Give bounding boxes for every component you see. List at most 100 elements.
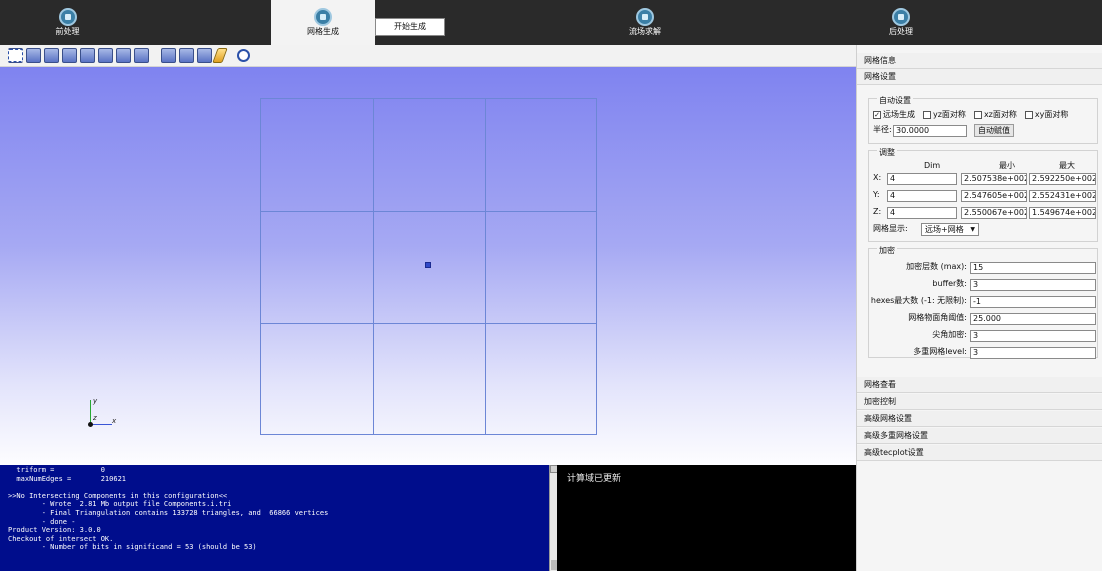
console-line: - Wrote 2.81 Mb output file Components.i…: [8, 500, 232, 509]
y-max-input[interactable]: 2.552431e+002: [1029, 190, 1096, 202]
row-y-label: Y:: [873, 190, 880, 199]
y-dim-input[interactable]: 4: [887, 190, 957, 202]
console-line: Checkout of intersect OK.: [8, 534, 114, 543]
pencil-icon[interactable]: [212, 48, 228, 63]
flow-solve-icon: [636, 8, 654, 26]
z-axis-label: z: [93, 414, 97, 422]
target-icon[interactable]: [237, 49, 250, 62]
view-iso3-icon[interactable]: [134, 48, 149, 63]
xy-symmetry-checkbox[interactable]: [1024, 110, 1033, 119]
select-all-icon[interactable]: [8, 49, 23, 62]
x-max-input[interactable]: 2.592250e+002: [1029, 173, 1096, 185]
auto-settings-title: 自动设置: [877, 95, 913, 106]
postprocess-icon: [892, 8, 910, 26]
refine-group: 加密 加密层数 (max): 15 buffer数: 3 hexes最大数 (-…: [868, 245, 1098, 359]
buffer-input[interactable]: 3: [970, 279, 1096, 291]
refine-levels-input[interactable]: 15: [970, 262, 1096, 274]
z-dim-input[interactable]: 4: [887, 207, 957, 219]
section-mesh-view[interactable]: 网格查看: [857, 377, 1102, 393]
axis-origin: [88, 422, 93, 427]
mesh-display-label: 网格显示:: [873, 224, 908, 233]
yz-symmetry-checkbox[interactable]: [923, 110, 931, 119]
max-hexes-input[interactable]: -1: [970, 296, 1096, 308]
section-advanced-multigrid[interactable]: 高级多重网格设置: [857, 428, 1102, 444]
yz-symmetry-label: yz面对称: [933, 110, 966, 119]
tab-postprocess-label: 后处理: [889, 27, 913, 36]
top-module-bar: 前处理 网格生成 开始生成 流场求解 后处理: [0, 0, 1102, 45]
radius-label: 半径:: [873, 125, 892, 134]
tab-preprocess-label: 前处理: [55, 27, 80, 36]
y-axis-label: y: [93, 397, 98, 405]
tab-mesh-generation[interactable]: 网格生成: [271, 0, 375, 45]
section-refine-control[interactable]: 加密控制: [857, 394, 1102, 410]
farfield-checkbox[interactable]: ✓: [873, 110, 881, 119]
col-min-header: 最小: [999, 161, 1015, 170]
col-dim-header: Dim: [924, 161, 941, 170]
console-line: Product Version: 3.0.0: [8, 526, 101, 535]
console-line: - done -: [8, 517, 76, 526]
mesh-display-select[interactable]: 远场+网格 ▼: [921, 223, 979, 236]
3d-viewport[interactable]: y z x: [0, 67, 856, 465]
console-line: triform = 0: [8, 466, 105, 474]
col-max-header: 最大: [1059, 161, 1075, 170]
x-min-input[interactable]: 2.507538e+002: [961, 173, 1027, 185]
tab-flow-solve[interactable]: 流场求解: [600, 0, 690, 45]
auto-assign-button[interactable]: 自动赋值: [974, 124, 1014, 137]
max-hexes-label: hexes最大数 (-1: 无限制):: [870, 296, 967, 305]
axis-triad: y z x: [84, 397, 124, 434]
surface-angle-input[interactable]: 25.000: [970, 313, 1096, 325]
y-min-input[interactable]: 2.547605e+002: [961, 190, 1027, 202]
z-max-input[interactable]: 1.549674e+002: [1029, 207, 1096, 219]
multigrid-level-input[interactable]: 3: [970, 347, 1096, 359]
cube-wire-icon[interactable]: [179, 48, 194, 63]
sharp-refine-input[interactable]: 3: [970, 330, 1096, 342]
section-mesh-settings[interactable]: 网格设置: [857, 69, 1102, 85]
radius-input[interactable]: 30.0000: [893, 125, 967, 137]
buffer-label: buffer数:: [932, 279, 967, 288]
mesh-grid-icon: [314, 8, 332, 26]
console-line: >>No Intersecting Components in this con…: [8, 491, 228, 500]
start-generate-button[interactable]: 开始生成: [375, 18, 445, 36]
x-axis-line: [90, 424, 112, 425]
console-line: maxNumEdges = 210621: [8, 474, 127, 483]
surface-angle-label: 网格物面角阈值:: [908, 313, 967, 322]
section-advanced-mesh[interactable]: 高级网格设置: [857, 411, 1102, 427]
adjust-title: 调整: [877, 147, 897, 158]
tab-preprocess[interactable]: 前处理: [0, 0, 135, 45]
tab-flow-solve-label: 流场求解: [629, 27, 661, 36]
grid-line: [261, 323, 596, 324]
settings-panel: 网格信息 网格设置 自动设置 ✓ 远场生成 yz面对称 xz面对称 xy面对称 …: [856, 45, 1102, 571]
preprocess-icon: [58, 8, 77, 26]
chevron-down-icon: ▼: [970, 226, 975, 233]
sharp-refine-label: 尖角加密:: [932, 330, 967, 339]
cube-edge-icon[interactable]: [197, 48, 212, 63]
xz-symmetry-checkbox[interactable]: [973, 110, 982, 119]
auto-settings-group: 自动设置 ✓ 远场生成 yz面对称 xz面对称 xy面对称 半径: 30.000…: [868, 95, 1098, 144]
view-iso-icon[interactable]: [98, 48, 113, 63]
tab-postprocess[interactable]: 后处理: [856, 0, 946, 45]
y-axis-line: [90, 400, 91, 424]
tab-mesh-generation-label: 网格生成: [307, 27, 339, 36]
x-axis-label: x: [112, 417, 117, 425]
cube-left-icon[interactable]: [44, 48, 59, 63]
grid-line: [261, 211, 596, 212]
x-dim-input[interactable]: 4: [887, 173, 957, 185]
model-marker[interactable]: [425, 262, 431, 268]
view-iso2-icon[interactable]: [116, 48, 131, 63]
xy-symmetry-label: xy面对称: [1034, 110, 1069, 119]
console-line: - Final Triangulation contains 133728 tr…: [8, 508, 329, 517]
console-log[interactable]: triform = 0 maxNumEdges = 210621 >>No In…: [0, 465, 549, 571]
cube-right-icon[interactable]: [62, 48, 77, 63]
section-advanced-tecplot[interactable]: 高级tecplot设置: [857, 445, 1102, 461]
cube-solid-icon[interactable]: [161, 48, 176, 63]
console-scrollbar[interactable]: [549, 465, 558, 571]
farfield-label: 远场生成: [883, 110, 915, 119]
xz-symmetry-label: xz面对称: [983, 110, 1017, 119]
cube-top-icon[interactable]: [80, 48, 95, 63]
status-output-text: 计算域已更新: [567, 474, 622, 484]
refine-title: 加密: [877, 245, 897, 256]
cube-back-icon[interactable]: [26, 48, 41, 63]
z-min-input[interactable]: 2.550067e+002: [961, 207, 1027, 219]
section-mesh-info[interactable]: 网格信息: [857, 53, 1102, 69]
